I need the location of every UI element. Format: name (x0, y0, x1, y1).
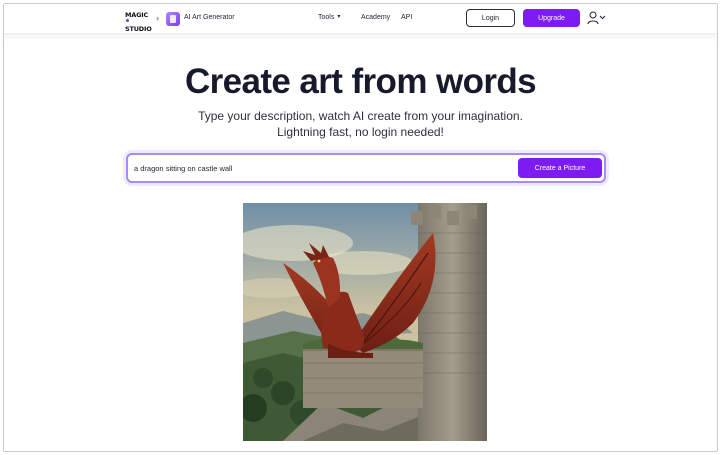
subtitle-line1: Type your description, watch AI create f… (198, 109, 523, 123)
nav-academy[interactable]: Academy (361, 14, 390, 21)
subtitle-line2: Lightning fast, no login needed! (277, 125, 444, 139)
chevron-right-icon: › (156, 13, 159, 23)
user-menu[interactable] (587, 10, 607, 26)
nav-tools-label: Tools (318, 14, 335, 21)
dragon-castle-image (243, 203, 487, 441)
upgrade-button[interactable]: Upgrade (523, 9, 580, 27)
nav-api[interactable]: API (401, 14, 412, 21)
magic-studio-logo[interactable]: MAGIC STUDIO (125, 11, 152, 33)
chevron-down-icon: ▾ (337, 14, 341, 20)
product-name[interactable]: AI Art Generator (184, 14, 235, 21)
top-header: MAGIC STUDIO › AI Art Generator Tools ▾ A… (4, 4, 717, 34)
logo-line2: STUDIO (125, 25, 152, 33)
prompt-bar: Create a Picture (126, 153, 606, 183)
logo-line1: MAGIC (125, 11, 149, 19)
page-title: Create art from words (184, 62, 537, 101)
ai-art-generator-icon (166, 12, 180, 26)
browser-frame: MAGIC STUDIO › AI Art Generator Tools ▾ A… (3, 3, 718, 452)
generated-image[interactable] (243, 203, 487, 441)
nav-tools[interactable]: Tools ▾ (318, 14, 340, 21)
create-picture-button[interactable]: Create a Picture (518, 158, 602, 178)
logo-dot-icon (126, 19, 129, 22)
login-button[interactable]: Login (466, 9, 515, 27)
user-icon (587, 11, 606, 25)
prompt-input[interactable] (134, 160, 504, 176)
page-subtitle: Type your description, watch AI create f… (4, 108, 717, 140)
